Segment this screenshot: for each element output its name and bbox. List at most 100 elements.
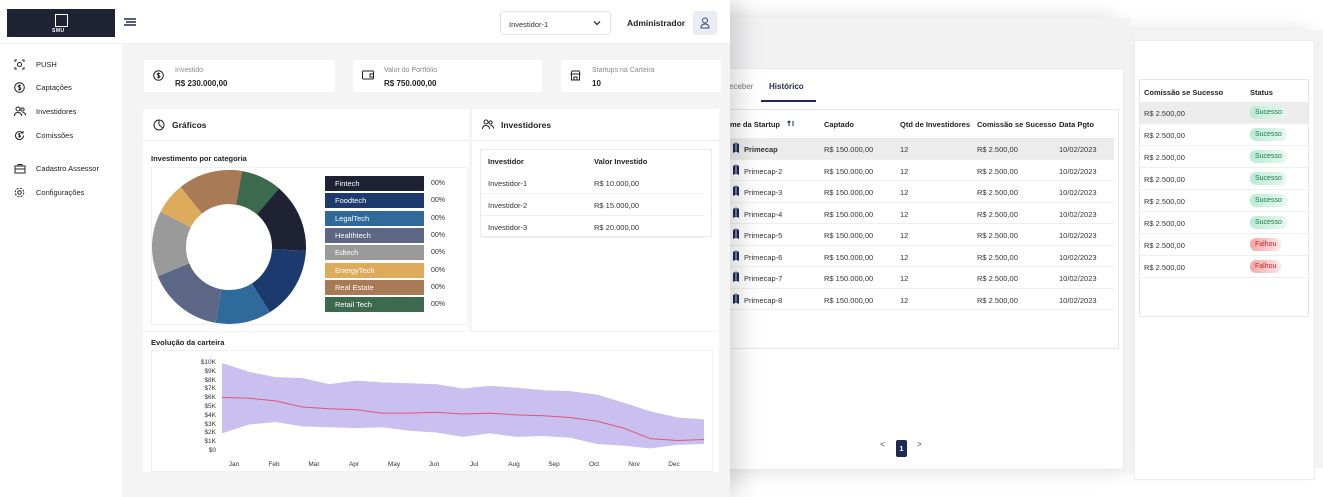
- sort-icon[interactable]: [787, 120, 795, 127]
- investor-select-value: Investidor-1: [509, 20, 549, 29]
- sidebar-item-comissoes[interactable]: Comissões: [14, 129, 119, 143]
- pie-chart-icon: [153, 119, 165, 131]
- pager-page-1[interactable]: 1: [896, 440, 907, 457]
- tab-receber[interactable]: eceber: [729, 82, 753, 91]
- table-cell: 10/02/2023: [1059, 231, 1097, 240]
- table-cell: 10/02/2023: [1059, 145, 1097, 154]
- menu-icon[interactable]: [123, 17, 137, 27]
- table-row[interactable]: Primecap-5 R$ 150.000,00 12 R$ 2.500,00 10/0…: [730, 224, 1114, 246]
- table-row[interactable]: Primecap-8 R$ 150.000,00 12 R$ 2.500,00 10/0…: [730, 289, 1114, 310]
- header-captado: Captado: [824, 120, 854, 129]
- commission-icon: [15, 131, 25, 141]
- briefcase-icon: [14, 164, 26, 174]
- table-row[interactable]: Investidor-3 R$ 20.000,00: [481, 216, 705, 238]
- table-cell: Primecap-6: [744, 252, 783, 262]
- legend-item[interactable]: Real Estate: [325, 279, 424, 295]
- status-row[interactable]: R$ 2.500,00 Sucesso: [1140, 146, 1308, 168]
- startup-logo-icon: [733, 185, 739, 196]
- legend-item[interactable]: Retail Tech: [325, 297, 424, 313]
- table-cell: R$ 150.000,00: [824, 166, 874, 176]
- status-row[interactable]: R$ 2.500,00 Sucesso: [1140, 124, 1308, 146]
- table-row[interactable]: Primecap-7 R$ 150.000,00 12 R$ 2.500,00 10/0…: [730, 267, 1114, 289]
- table-cell: Primecap-7: [744, 274, 783, 283]
- users-icon: [482, 119, 494, 130]
- status-row[interactable]: R$ 2.500,00 Sucesso: [1140, 212, 1308, 234]
- status-badge: Sucesso: [1250, 194, 1287, 207]
- table-row[interactable]: Investidor-2 R$ 15.000,00: [481, 194, 705, 216]
- sidebar-item-push[interactable]: PUSH: [14, 58, 119, 72]
- sidebar-label-captacoes: Captações: [36, 83, 72, 92]
- donut-chart: [152, 170, 306, 324]
- legend-item[interactable]: Edtech: [325, 245, 424, 261]
- legend-item[interactable]: LegalTech: [325, 210, 424, 226]
- historico-table: me da Startup Captado Qtd de Investidore…: [729, 109, 1119, 349]
- sidebar-item-captacoes[interactable]: Captações: [14, 81, 119, 95]
- table-cell: 12: [900, 231, 909, 240]
- table-cell: 12: [900, 145, 909, 154]
- logo[interactable]: SMU: [7, 9, 115, 37]
- historico-panel: eceber Histórico me da Startup Captado Q…: [728, 18, 1130, 470]
- table-row[interactable]: Primecap-3 R$ 150.000,00 12 R$ 2.500,00 10/0…: [730, 181, 1114, 203]
- tab-indicator: [761, 100, 816, 102]
- table-cell: R$ 150.000,00: [824, 188, 874, 197]
- investor-select[interactable]: Investidor-1: [500, 11, 611, 35]
- table-cell: Investidor-2: [488, 201, 528, 210]
- table-row[interactable]: Primecap-4 R$ 150.000,00 12 R$ 2.500,00 10/0…: [730, 203, 1114, 224]
- table-cell: Primecap-3: [744, 188, 783, 197]
- main-content: Investido R$ 230.000,00 Valor do Portfól…: [122, 44, 730, 497]
- evolution-chart-title: Evolução da carteira: [151, 338, 225, 347]
- pager-prev[interactable]: <: [880, 440, 885, 449]
- status-badge: Falhou: [1250, 260, 1282, 273]
- header-startup[interactable]: me da Startup: [730, 120, 795, 129]
- user-icon: [700, 17, 710, 29]
- sidebar-item-cadastro-assessor[interactable]: Cadastro Assessor: [14, 162, 119, 176]
- table-cell: 10/02/2023: [1059, 274, 1097, 283]
- sidebar-item-configuracoes[interactable]: Configurações: [14, 186, 119, 200]
- legend-item[interactable]: EnergyTech: [325, 262, 424, 278]
- status-badge: Sucesso: [1250, 216, 1287, 229]
- table-row[interactable]: Investidor-1 R$ 10.000,00: [481, 172, 705, 194]
- admin-label[interactable]: Administrador: [627, 18, 685, 28]
- logo-text: SMU: [52, 28, 65, 34]
- table-cell: R$ 2.500,00: [977, 295, 1018, 305]
- table-row[interactable]: Primecap R$ 150.000,00 12 R$ 2.500,00 10/02/…: [730, 138, 1114, 160]
- stat-label: Startups na Carteira: [592, 67, 655, 74]
- startup-logo-icon: [733, 164, 739, 175]
- status-row[interactable]: R$ 2.500,00 Falhou: [1140, 256, 1308, 278]
- table-cell: R$ 150.000,00: [824, 231, 874, 240]
- status-row[interactable]: R$ 2.500,00 Sucesso: [1140, 190, 1308, 212]
- status-row[interactable]: R$ 2.500,00 Sucesso: [1140, 102, 1308, 124]
- legend-item[interactable]: Fintech: [325, 176, 424, 191]
- startup-logo-icon: [733, 142, 739, 153]
- avatar-button[interactable]: [693, 11, 717, 35]
- header-status: Status: [1250, 88, 1273, 97]
- status-row[interactable]: R$ 2.500,00 Falhou: [1140, 234, 1308, 256]
- table-cell: Investidor-1: [488, 179, 528, 188]
- legend-item[interactable]: Foodtech: [325, 193, 424, 209]
- wallet-icon: [362, 70, 374, 80]
- table-cell: R$ 2.500,00: [977, 166, 1018, 176]
- header-qtd: Qtd de Investidores: [900, 120, 971, 129]
- evolution-chart: $10K $9K $8K $7K $6K $5K $4K $3K $2K $1K $0 Jan Feb…: [151, 350, 713, 472]
- status-panel: Comissão se Sucesso Status R$ 2.500,00 Su…: [1128, 30, 1323, 480]
- table-cell: R$ 2.500,00: [977, 188, 1018, 197]
- stat-value: R$ 750.000,00: [384, 79, 437, 88]
- status-row[interactable]: R$ 2.500,00 Sucesso: [1140, 168, 1308, 190]
- app-stage: Comissão se Sucesso Status R$ 2.500,00 Su…: [0, 0, 1323, 497]
- table-row[interactable]: Primecap-2 R$ 150.000,00 12 R$ 2.500,00 10/0…: [730, 160, 1114, 181]
- table-row[interactable]: Primecap-6 R$ 150.000,00 12 R$ 2.500,00 10/0…: [730, 246, 1114, 267]
- table-cell: R$ 2.500,00: [977, 231, 1018, 240]
- table-cell: Primecap-5: [744, 231, 783, 240]
- header-comissao: Comissão se Sucesso: [977, 120, 1057, 129]
- sidebar-item-investidores[interactable]: Investidores: [14, 105, 119, 119]
- graficos-card: Gráficos Investimento por categoria Fint…: [143, 109, 469, 331]
- table-cell: R$ 20.000,00: [594, 223, 640, 232]
- pager-next[interactable]: >: [917, 440, 922, 449]
- cell-commission: R$ 2.500,00: [1144, 197, 1185, 206]
- dashboard: SMU Investidor-1 Administrador PUSH Capt…: [0, 0, 730, 497]
- legend-item[interactable]: Healthtech: [325, 227, 424, 243]
- tab-historico[interactable]: Histórico: [769, 82, 804, 91]
- gear-icon: [14, 187, 25, 198]
- store-icon: [570, 70, 581, 81]
- investidores-table: Investidor Valor Investido Investidor-1 R…: [480, 149, 712, 238]
